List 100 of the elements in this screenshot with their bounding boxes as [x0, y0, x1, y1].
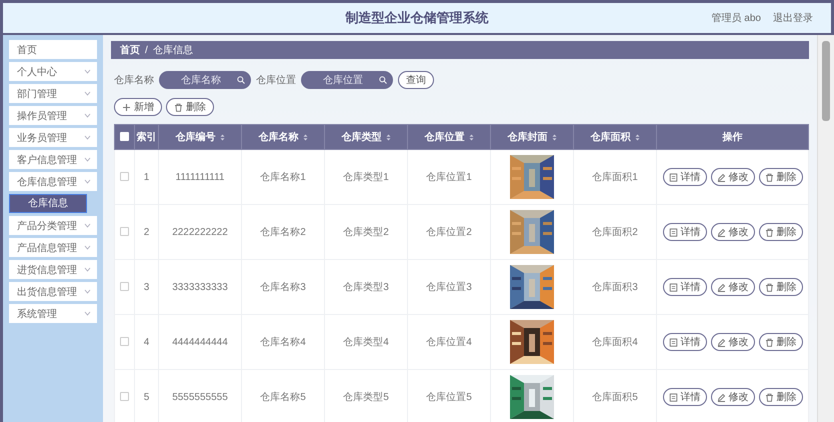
sort-icon: [552, 134, 556, 140]
table-cell: 1111111111: [176, 172, 224, 182]
pencil-icon: [716, 338, 726, 346]
checkbox[interactable]: [120, 172, 129, 182]
table-cell: 仓库名称3: [260, 282, 306, 293]
trash-icon: [764, 338, 774, 346]
search-icon: [379, 76, 387, 84]
edit-button[interactable]: 修改: [710, 333, 754, 351]
chevron-icon: [84, 113, 91, 118]
search-field[interactable]: 仓库位置: [301, 71, 393, 89]
document-icon: [668, 228, 678, 236]
details-button[interactable]: 详情: [662, 168, 706, 186]
table-cell: 仓库面积3: [592, 282, 638, 293]
search-field[interactable]: 仓库名称: [159, 71, 251, 89]
scrollbar[interactable]: [817, 35, 834, 422]
table-cell: 仓库面积2: [592, 227, 638, 238]
menu-item[interactable]: 产品分类管理: [9, 216, 97, 235]
menu-item[interactable]: 进货信息管理: [9, 260, 97, 279]
delete-button[interactable]: 删除: [758, 388, 802, 406]
document-icon: [668, 282, 678, 292]
sort-icon: [220, 134, 224, 140]
pencil-icon: [716, 172, 726, 182]
sort-icon: [634, 134, 640, 140]
table-cell: 3: [144, 282, 150, 292]
chevron-icon: [84, 223, 91, 228]
chevron-icon: [84, 179, 91, 184]
trash-icon: [764, 228, 774, 236]
table-cell: 仓库类型3: [343, 282, 389, 293]
submenu-item[interactable]: 仓库信息: [9, 194, 87, 213]
trash-icon: [764, 172, 774, 182]
table-cell: 4: [144, 336, 150, 348]
checkbox[interactable]: [120, 337, 129, 346]
menu-item[interactable]: 仓库信息管理: [9, 172, 97, 191]
delete-button[interactable]: 删除: [758, 223, 802, 241]
table-cell: 2: [144, 226, 150, 238]
menu-item[interactable]: 业务员管理: [9, 128, 97, 147]
table-cell: 仓库名称5: [260, 392, 306, 403]
menu-item[interactable]: 系统管理: [9, 304, 97, 323]
column-header: 索引: [136, 130, 156, 144]
menu-item[interactable]: 操作员管理: [9, 106, 97, 125]
delete-button[interactable]: 删除: [758, 278, 802, 296]
details-button[interactable]: 详情: [662, 223, 706, 241]
table-cell: 1: [144, 172, 150, 182]
trash-icon: [764, 392, 774, 402]
breadcrumb-item: 仓库信息: [152, 44, 193, 57]
breadcrumb-item[interactable]: 首页: [120, 43, 140, 57]
menu-item[interactable]: 客户信息管理: [9, 150, 97, 169]
details-button[interactable]: 详情: [662, 388, 706, 406]
sort-icon: [386, 134, 390, 140]
table-cell: 仓库面积5: [592, 392, 638, 403]
delete-button[interactable]: 删除: [166, 98, 214, 116]
delete-button[interactable]: 删除: [758, 168, 802, 186]
document-icon: [668, 392, 678, 402]
trash-icon: [174, 102, 183, 112]
menu-item[interactable]: 出货信息管理: [9, 282, 97, 301]
edit-button[interactable]: 修改: [710, 223, 754, 241]
table-cell: 3333333333: [172, 282, 228, 292]
table-cell: 仓库类型5: [343, 392, 389, 403]
delete-button[interactable]: 删除: [758, 333, 802, 351]
chevron-icon: [84, 289, 91, 294]
edit-button[interactable]: 修改: [710, 388, 754, 406]
checkbox[interactable]: [120, 282, 129, 292]
table-cell: 仓库名称4: [260, 337, 306, 348]
pencil-icon: [716, 392, 726, 402]
chevron-icon: [84, 245, 91, 250]
menu-item[interactable]: 部门管理: [9, 84, 97, 103]
checkbox[interactable]: [120, 227, 129, 236]
table-cell: 5: [144, 392, 150, 402]
details-button[interactable]: 详情: [662, 278, 706, 296]
table-cell: 仓库位置2: [426, 227, 472, 238]
details-button[interactable]: 详情: [662, 333, 706, 351]
trash-icon: [764, 282, 774, 292]
chevron-icon: [84, 157, 91, 162]
menu-item[interactable]: 个人中心: [9, 62, 97, 81]
table-cell: 5555555555: [172, 392, 228, 402]
app-title: 制造型企业仓储管理系统: [346, 9, 488, 27]
search-icon: [237, 76, 245, 84]
sort-icon: [302, 134, 308, 140]
chevron-icon: [84, 135, 91, 140]
edit-button[interactable]: 修改: [710, 168, 754, 186]
logout-link[interactable]: 退出登录: [773, 11, 813, 25]
pencil-icon: [716, 228, 726, 236]
table-cell: 仓库类型4: [343, 337, 389, 348]
menu-item[interactable]: 产品信息管理: [9, 238, 97, 257]
column-header: 操作: [722, 130, 742, 144]
checkbox[interactable]: [120, 392, 129, 402]
query-button[interactable]: 查询: [398, 71, 434, 89]
pencil-icon: [716, 282, 726, 292]
table-cell: 仓库位置5: [426, 392, 472, 403]
user-name: 管理员 abo: [712, 12, 761, 25]
table-cell: 仓库类型2: [343, 227, 389, 238]
table-cell: 仓库位置3: [426, 282, 472, 293]
chevron-icon: [84, 91, 91, 96]
table-cell: 仓库位置4: [426, 337, 472, 348]
menu-item[interactable]: 首页: [9, 40, 97, 59]
edit-button[interactable]: 修改: [710, 278, 754, 296]
table-cell: 仓库位置1: [426, 172, 472, 183]
table-cell: 4444444444: [172, 336, 228, 348]
add-button[interactable]: 新增: [114, 98, 162, 116]
document-icon: [668, 338, 678, 346]
